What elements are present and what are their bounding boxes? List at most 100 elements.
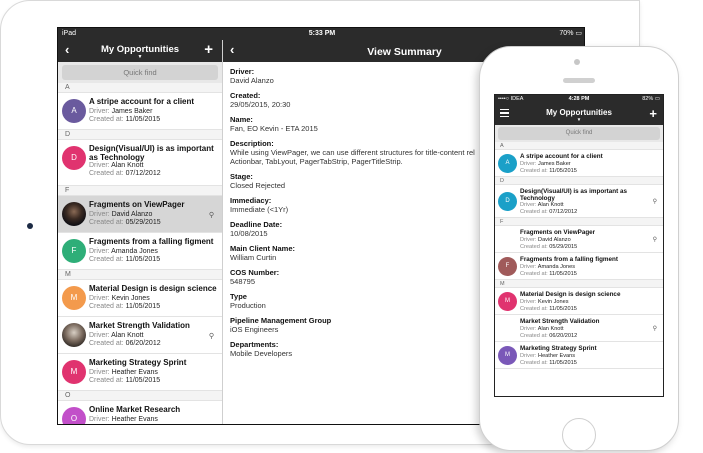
item-title: Fragments on ViewPager (89, 200, 185, 209)
created-label: Created at: (520, 209, 550, 215)
driver-name: Amanda Jones (111, 248, 158, 255)
list-item[interactable]: Market Strength Validation Driver: Alan K… (58, 317, 222, 354)
driver-name: Alan Knott (537, 326, 564, 332)
list-title[interactable]: My Opportunities (495, 108, 663, 117)
item-created: Created at: 07/12/2012 (89, 170, 161, 178)
driver-label: Driver: (520, 299, 539, 305)
item-driver: Driver: Alan Knott (520, 202, 564, 209)
created-date: 05/29/2015 (125, 219, 161, 226)
created-date: 11/05/2015 (549, 271, 577, 277)
ipad-camera (27, 223, 33, 229)
item-created: Created at: 11/05/2015 (520, 306, 577, 313)
plus-icon[interactable]: + (204, 42, 213, 58)
avatar: F (498, 257, 517, 276)
created-label: Created at: (520, 244, 550, 250)
created-date: 06/20/2012 (549, 333, 578, 339)
iphone-speaker (563, 78, 595, 83)
driver-name: Alan Knott (537, 202, 564, 208)
item-driver: Driver: James Baker (520, 161, 571, 168)
driver-name: David Alanzo (538, 237, 571, 243)
list-item[interactable]: M Material Design is design science Driver… (58, 280, 222, 317)
driver-label: Driver: (520, 161, 539, 167)
driver-name: David Alanzo (111, 211, 153, 218)
avatar (62, 202, 86, 226)
avatar: A (62, 99, 86, 123)
list-item[interactable]: AA stripe account for a client Driver: Ja… (495, 150, 663, 177)
battery-icon: ▭ (654, 96, 660, 102)
driver-label: Driver: (89, 416, 112, 423)
created-date: 11/05/2015 (125, 116, 161, 123)
item-created: Created at: 11/05/2015 (89, 377, 160, 385)
list-item[interactable]: F Fragments from a falling figment Driver:… (58, 233, 222, 270)
item-title: Fragments on ViewPager (520, 229, 596, 236)
pin-icon[interactable]: ⚲ (653, 325, 657, 332)
driver-name: Heather Evans (111, 369, 158, 376)
item-title: Design(Visual/UI) is as important as Tec… (89, 144, 214, 162)
quick-find-input[interactable]: Quick find (62, 65, 218, 80)
driver-label: Driver: (520, 353, 539, 359)
item-title: Market Strength Validation (520, 318, 600, 325)
driver-label: Driver: (520, 264, 538, 270)
caret-down-icon[interactable]: ▼ (495, 117, 663, 123)
plus-icon[interactable]: + (649, 106, 657, 122)
list-item[interactable]: AA stripe account for a client Driver: Ja… (58, 93, 222, 130)
section-header: A (495, 142, 663, 150)
avatar: M (62, 360, 86, 384)
item-created: Created at: 06/20/2012 (520, 333, 577, 340)
pin-icon[interactable]: ⚲ (653, 236, 657, 243)
list-item[interactable]: M Marketing Strategy Sprint Driver: Heathe… (495, 342, 663, 369)
item-driver: Driver: Alan Knott (89, 332, 143, 340)
driver-label: Driver: (520, 326, 538, 332)
item-title: Marketing Strategy Sprint (520, 345, 597, 352)
pin-icon[interactable]: ⚲ (209, 332, 214, 340)
created-label: Created at: (89, 256, 126, 263)
created-date: 05/29/2015 (549, 244, 578, 250)
list-item[interactable]: Fragments on ViewPager Driver: David Alan… (495, 226, 663, 253)
created-label: Created at: (520, 306, 550, 312)
item-created: Created at: 07/12/2012 (520, 209, 577, 216)
avatar (498, 230, 517, 249)
iphone-camera (574, 59, 580, 65)
item-created: Created at: 11/05/2015 (89, 116, 160, 124)
list-item[interactable]: Market Strength Validation Driver: Alan K… (495, 315, 663, 342)
avatar: O (62, 407, 86, 424)
item-driver: Driver: Heather Evans (89, 416, 158, 424)
section-header: M (58, 270, 222, 280)
list-item[interactable]: M Marketing Strategy Sprint Driver: Heathe… (58, 354, 222, 391)
pin-icon[interactable]: ⚲ (209, 211, 214, 219)
list-item[interactable]: Fragments on ViewPager Driver: David Alan… (58, 196, 222, 233)
pin-icon[interactable]: ⚲ (653, 198, 657, 205)
driver-label: Driver: (89, 211, 112, 218)
avatar: M (498, 346, 517, 365)
avatar (498, 319, 517, 338)
item-driver: Driver: Kevin Jones (520, 299, 569, 306)
list-item[interactable]: D Design(Visual/UI) is as important as Te… (495, 185, 663, 218)
item-created: Created at: 11/05/2015 (89, 256, 160, 264)
item-title: Fragments from a falling figment (520, 256, 618, 263)
battery-indicator: 82% ▭ (642, 95, 660, 104)
item-created: Created at: 11/05/2015 (89, 303, 160, 311)
list-item[interactable]: F Fragments from a falling figment Driver:… (495, 253, 663, 280)
iphone-device: ••••○ IDEA 4:28 PM 82% ▭ My Opportunitie… (479, 46, 679, 452)
driver-label: Driver: (89, 295, 112, 302)
item-title: A stripe account for a client (89, 97, 195, 106)
caret-down-icon[interactable]: ▼ (58, 54, 222, 60)
list-item[interactable]: M Material Design is design science Driver… (495, 288, 663, 315)
home-button[interactable] (562, 418, 596, 452)
item-driver: Driver: Heather Evans (89, 369, 158, 377)
list-item[interactable]: O Online Market Research Driver: Heather E… (58, 401, 222, 424)
clock: 4:28 PM (568, 96, 590, 102)
list-item[interactable]: D Design(Visual/UI) is as important as Te… (58, 140, 222, 186)
driver-name: Alan Knott (111, 332, 144, 339)
quick-find-input[interactable]: Quick find (498, 127, 660, 140)
created-label: Created at: (89, 116, 126, 123)
avatar: D (62, 146, 86, 170)
created-label: Created at: (520, 333, 550, 339)
item-driver: Driver: David Alanzo (520, 237, 571, 244)
created-label: Created at: (89, 340, 126, 347)
section-header: D (58, 130, 222, 140)
item-driver: Driver: James Baker (89, 108, 152, 116)
driver-label: Driver: (89, 332, 112, 339)
device-mockup-stage: iPad 5:33 PM 70% ▭ ‹ My Opportunities ▼ … (0, 0, 703, 453)
item-title: Online Market Research (89, 405, 181, 414)
